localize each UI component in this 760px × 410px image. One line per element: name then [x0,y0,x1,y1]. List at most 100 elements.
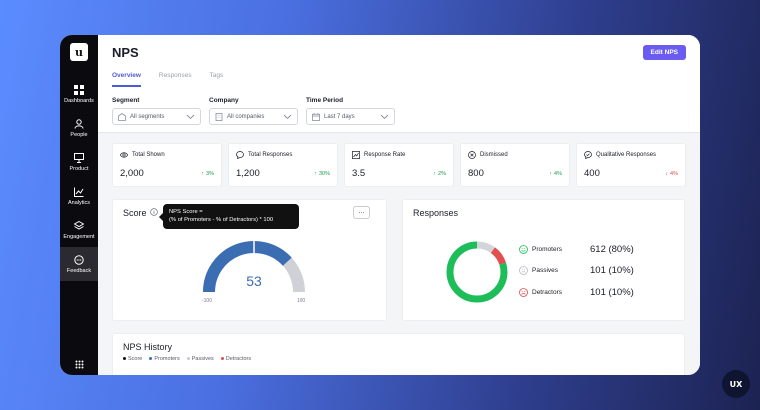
nps-tooltip: NPS Score = (% of Promoters - % of Detra… [159,204,299,229]
stats-row: Total Shown 2,000 ↑ 3% Total Responses 1,… [112,143,686,187]
product-icon [74,152,84,163]
sidebar-item-engagement[interactable]: Engagement [60,213,98,247]
company-select[interactable]: All companies [209,108,298,125]
segment-icon [118,112,126,121]
app-logo[interactable]: u [70,43,88,61]
legend-passives: Passives [519,266,558,275]
stat-title: Response Rate [364,152,406,158]
legend-promoters: Promoters [519,245,562,254]
app-window: u Dashboards People Product Analytics En… [60,35,700,375]
stat-total-shown: Total Shown 2,000 ↑ 3% [112,143,222,187]
sidebar-item-people[interactable]: People [60,111,98,145]
legend-label: Promoters [532,246,562,253]
stat-delta: ↓ 4% [665,171,678,177]
trend-icon [352,151,360,159]
stat-title: Total Responses [248,152,293,158]
delta-text: 4% [670,170,678,177]
time-period-select[interactable]: Last 7 days [306,108,395,125]
filter-label: Segment [112,97,140,104]
gauge-value: 53 [246,273,262,289]
responses-title: Responses [413,208,459,218]
stat-value: 1,200 [236,168,260,179]
stat-title: Qualitative Responses [596,152,657,158]
stat-value: 3.5 [352,168,366,179]
calendar-icon [312,112,320,121]
select-value: All companies [227,113,265,120]
select-value: Last 7 days [324,113,355,120]
stat-value: 800 [468,168,484,179]
select-value: All segments [130,113,165,120]
dashboard-icon [74,84,84,95]
nps-gauge: 53 -100 100 [202,240,306,304]
tab-tags[interactable]: Tags [209,72,223,87]
legend-label: Passives [532,267,559,274]
gauge-max-label: 100 [297,298,306,304]
legend-label: Detractors [225,356,252,362]
legend-value: 101 (10%) [590,265,634,276]
chat-check-icon [584,151,592,159]
chevron-down-icon [186,114,195,119]
arrow-up-icon: ↑ [314,170,317,177]
gauge-min-label: -100 [202,298,212,304]
nps-history-card: NPS History Score Promoters Passives Det… [112,333,685,375]
sidebar-item-product[interactable]: Product [60,145,98,179]
stat-total-responses: Total Responses 1,200 ↑ 30% [228,143,338,187]
sidebar-item-label: Product [69,165,89,172]
analytics-icon [74,187,84,197]
sidebar-item-feedback[interactable]: Feedback [60,247,98,281]
legend-value: 612 (80%) [590,244,634,255]
arrow-up-icon: ↑ [201,170,205,177]
sidebar-item-dashboards[interactable]: Dashboards [60,77,98,111]
edit-nps-button[interactable]: Edit NPS [642,45,686,60]
stat-response-rate: Response Rate 3.5 ↑ 2% [344,143,454,187]
tab-overview[interactable]: Overview [112,72,141,87]
responses-card: Responses Promoters 612 (80%) Passives 1… [402,199,685,321]
sidebar-item-analytics[interactable]: Analytics [60,179,98,213]
tab-responses[interactable]: Responses [159,72,192,87]
arrow-up-icon: ↑ [549,170,553,177]
stat-delta: ↑ 30% [314,171,330,177]
delta-text: 3% [206,170,214,177]
filter-time-period: Time Period Last 7 days [306,97,395,126]
smile-icon [519,245,528,254]
tab-bar: Overview Responses Tags [112,72,686,87]
sidebar-item-label: Engagement [63,233,95,240]
delta-text: 30% [318,170,330,177]
people-icon [74,118,84,129]
stat-value: 2,000 [120,168,144,179]
main-content: NPS Edit NPS Overview Responses Tags Seg… [98,35,700,375]
score-title: Score [123,208,147,218]
history-legend-score: Score [123,356,142,362]
history-legend: Score Promoters Passives Detractors [123,356,251,362]
engagement-icon [74,220,84,230]
legend-detractors: Detractors [519,288,562,297]
more-options-button[interactable]: ... [353,206,370,219]
sidebar-item-label: People [70,131,88,138]
stat-delta: ↑ 4% [549,171,562,177]
delta-text: 2% [438,170,446,177]
filter-label: Time Period [306,97,344,104]
sidebar-item-label: Feedback [66,267,92,274]
legend-value: 101 (10%) [590,287,634,298]
history-title: NPS History [123,342,173,352]
legend-label: Detractors [532,289,562,296]
responses-donut [446,241,508,303]
filters-bar: Segment All segments Company All compani… [98,91,700,133]
history-legend-detractors: Detractors [220,356,252,362]
apps-grid-icon[interactable] [75,360,84,369]
stat-title: Dismissed [480,152,508,158]
filter-company: Company All companies [209,97,298,126]
chevron-down-icon [380,114,389,119]
sidebar-item-label: Dashboards [64,97,94,104]
segment-select[interactable]: All segments [112,108,201,125]
tooltip-line: NPS Score = [169,209,203,215]
stat-title: Total Shown [132,152,165,158]
stat-dismissed: Dismissed 800 ↑ 4% [460,143,570,187]
legend-label: Promoters [154,356,180,362]
history-legend-passives: Passives [186,356,214,362]
feedback-icon [74,254,84,265]
info-icon[interactable] [150,208,158,216]
x-circle-icon [468,151,476,159]
sad-face-icon [519,288,528,297]
filter-segment: Segment All segments [112,97,201,126]
